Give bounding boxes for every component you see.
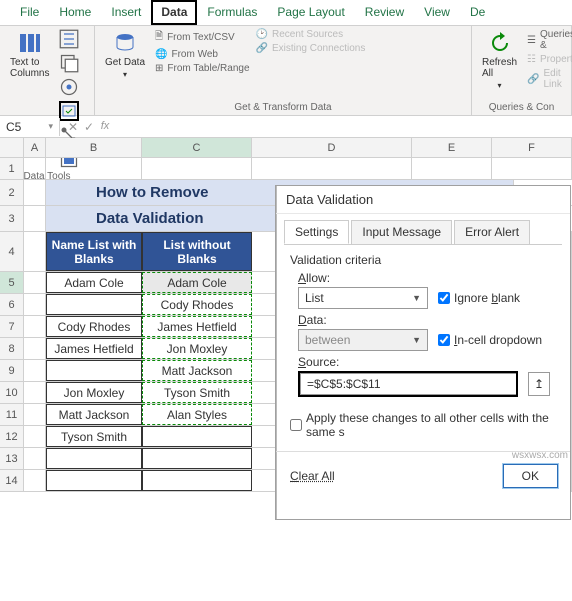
queries-icon: ☰ [527, 35, 536, 46]
tab-developer[interactable]: De [460, 0, 495, 25]
col-header-d[interactable]: D [252, 138, 412, 157]
col-header-c[interactable]: C [142, 138, 252, 157]
consolidate-icon[interactable] [59, 77, 79, 97]
table-icon: ⊞ [155, 63, 163, 74]
properties[interactable]: ☷Propertie [527, 54, 572, 65]
dialog-title: Data Validation [276, 186, 570, 214]
queries-conns[interactable]: ☰Queries & [527, 29, 572, 51]
props-icon: ☷ [527, 54, 536, 65]
from-text-csv[interactable]: 🗎From Text/CSV [155, 29, 249, 46]
apply-changes-checkbox[interactable]: Apply these changes to all other cells w… [290, 411, 556, 439]
col-header-b[interactable]: B [46, 138, 142, 157]
recent-sources[interactable]: 🕑Recent Sources [256, 29, 366, 40]
group-label-queries: Queries & Con [478, 100, 565, 113]
source-label: Source: [298, 355, 556, 369]
group-data-tools: Text to Columns Data Tools [0, 26, 95, 115]
data-validation-button[interactable] [59, 101, 79, 121]
clear-all-button[interactable]: Clear All [290, 469, 335, 483]
tab-error-alert[interactable]: Error Alert [454, 220, 530, 244]
range-picker-icon: ↥ [534, 377, 544, 391]
get-data-button[interactable]: Get Data ▾ [101, 29, 149, 81]
header-name-list[interactable]: Name List with Blanks [46, 232, 142, 271]
dialog-tabs: Settings Input Message Error Alert [276, 214, 570, 244]
source-input-wrap: =$C$5:$C$11 [298, 371, 518, 397]
source-input[interactable]: =$C$5:$C$11 [300, 373, 516, 395]
allow-select[interactable]: List ▼ [298, 287, 428, 309]
fx-icon[interactable]: fx [98, 120, 112, 134]
column-headers: A B C D E F [0, 138, 572, 158]
formula-bar-buttons: ✕ ✓ fx [60, 120, 118, 134]
edit-links[interactable]: 🔗Edit Link [527, 68, 572, 90]
select-all-corner[interactable] [0, 138, 24, 157]
incell-dropdown-checkbox[interactable]: In-cell dropdown [438, 333, 542, 347]
text-to-columns-button[interactable]: Text to Columns [6, 29, 53, 81]
group-queries: Refresh All ▾ ☰Queries & ☷Propertie 🔗Edi… [472, 26, 572, 115]
range-picker-button[interactable]: ↥ [528, 372, 550, 396]
dialog-body: Validation criteria Allow: List ▼ Ignore… [284, 244, 562, 447]
data-validation-dialog: Data Validation Settings Input Message E… [275, 185, 571, 520]
formula-bar-input[interactable] [118, 125, 572, 129]
editlink-icon: 🔗 [527, 74, 539, 85]
existing-connections[interactable]: 🔗Existing Connections [256, 43, 366, 54]
group-get-transform: Get Data ▾ 🗎From Text/CSV 🌐From Web ⊞Fro… [95, 26, 472, 115]
ribbon-tabs: File Home Insert Data Formulas Page Layo… [0, 0, 572, 26]
group-label-get-transform: Get & Transform Data [101, 100, 465, 113]
tab-settings[interactable]: Settings [284, 220, 349, 244]
file-icon: 🗎 [155, 29, 163, 46]
validation-criteria-label: Validation criteria [290, 253, 556, 267]
refresh-all-button[interactable]: Refresh All ▾ [478, 29, 521, 92]
conn-icon: 🔗 [256, 43, 268, 54]
tab-insert[interactable]: Insert [101, 0, 151, 25]
row-1: 1 [0, 158, 572, 180]
allow-label: Allow: [298, 271, 556, 285]
web-icon: 🌐 [155, 49, 167, 60]
from-web[interactable]: 🌐From Web [155, 49, 249, 60]
enter-icon: ✓ [82, 120, 96, 134]
cell-c5[interactable]: Adam Cole [142, 272, 252, 293]
chevron-down-icon: ▼ [412, 335, 421, 345]
chevron-down-icon: ▼ [412, 293, 421, 303]
tab-view[interactable]: View [414, 0, 460, 25]
tab-review[interactable]: Review [355, 0, 414, 25]
tab-formulas[interactable]: Formulas [197, 0, 267, 25]
name-box[interactable]: C5 ▾ [0, 118, 60, 136]
tab-file[interactable]: File [10, 0, 49, 25]
data-label: Data: [298, 313, 556, 327]
flash-fill-icon[interactable] [59, 29, 79, 49]
ok-button[interactable]: OK [503, 464, 558, 488]
header-list-no-blanks[interactable]: List without Blanks [142, 232, 252, 271]
tab-input-message[interactable]: Input Message [351, 220, 452, 244]
col-header-f[interactable]: F [492, 138, 572, 157]
tab-data[interactable]: Data [151, 0, 197, 25]
chevron-down-icon[interactable]: ▾ [48, 121, 53, 132]
watermark: wsxwsx.com [512, 450, 568, 461]
from-table-range[interactable]: ⊞From Table/Range [155, 63, 249, 74]
recent-icon: 🕑 [256, 29, 268, 40]
data-select: between ▼ [298, 329, 428, 351]
col-header-a[interactable]: A [24, 138, 46, 157]
tab-page-layout[interactable]: Page Layout [267, 0, 354, 25]
remove-duplicates-icon[interactable] [59, 53, 79, 73]
cancel-icon: ✕ [66, 120, 80, 134]
dialog-footer: Clear All OK [276, 456, 570, 498]
ignore-blank-checkbox[interactable]: Ignore blank [438, 291, 520, 305]
ribbon-content: Text to Columns Data Tools Get Data ▾ 🗎F… [0, 26, 572, 116]
col-header-e[interactable]: E [412, 138, 492, 157]
tab-home[interactable]: Home [49, 0, 101, 25]
